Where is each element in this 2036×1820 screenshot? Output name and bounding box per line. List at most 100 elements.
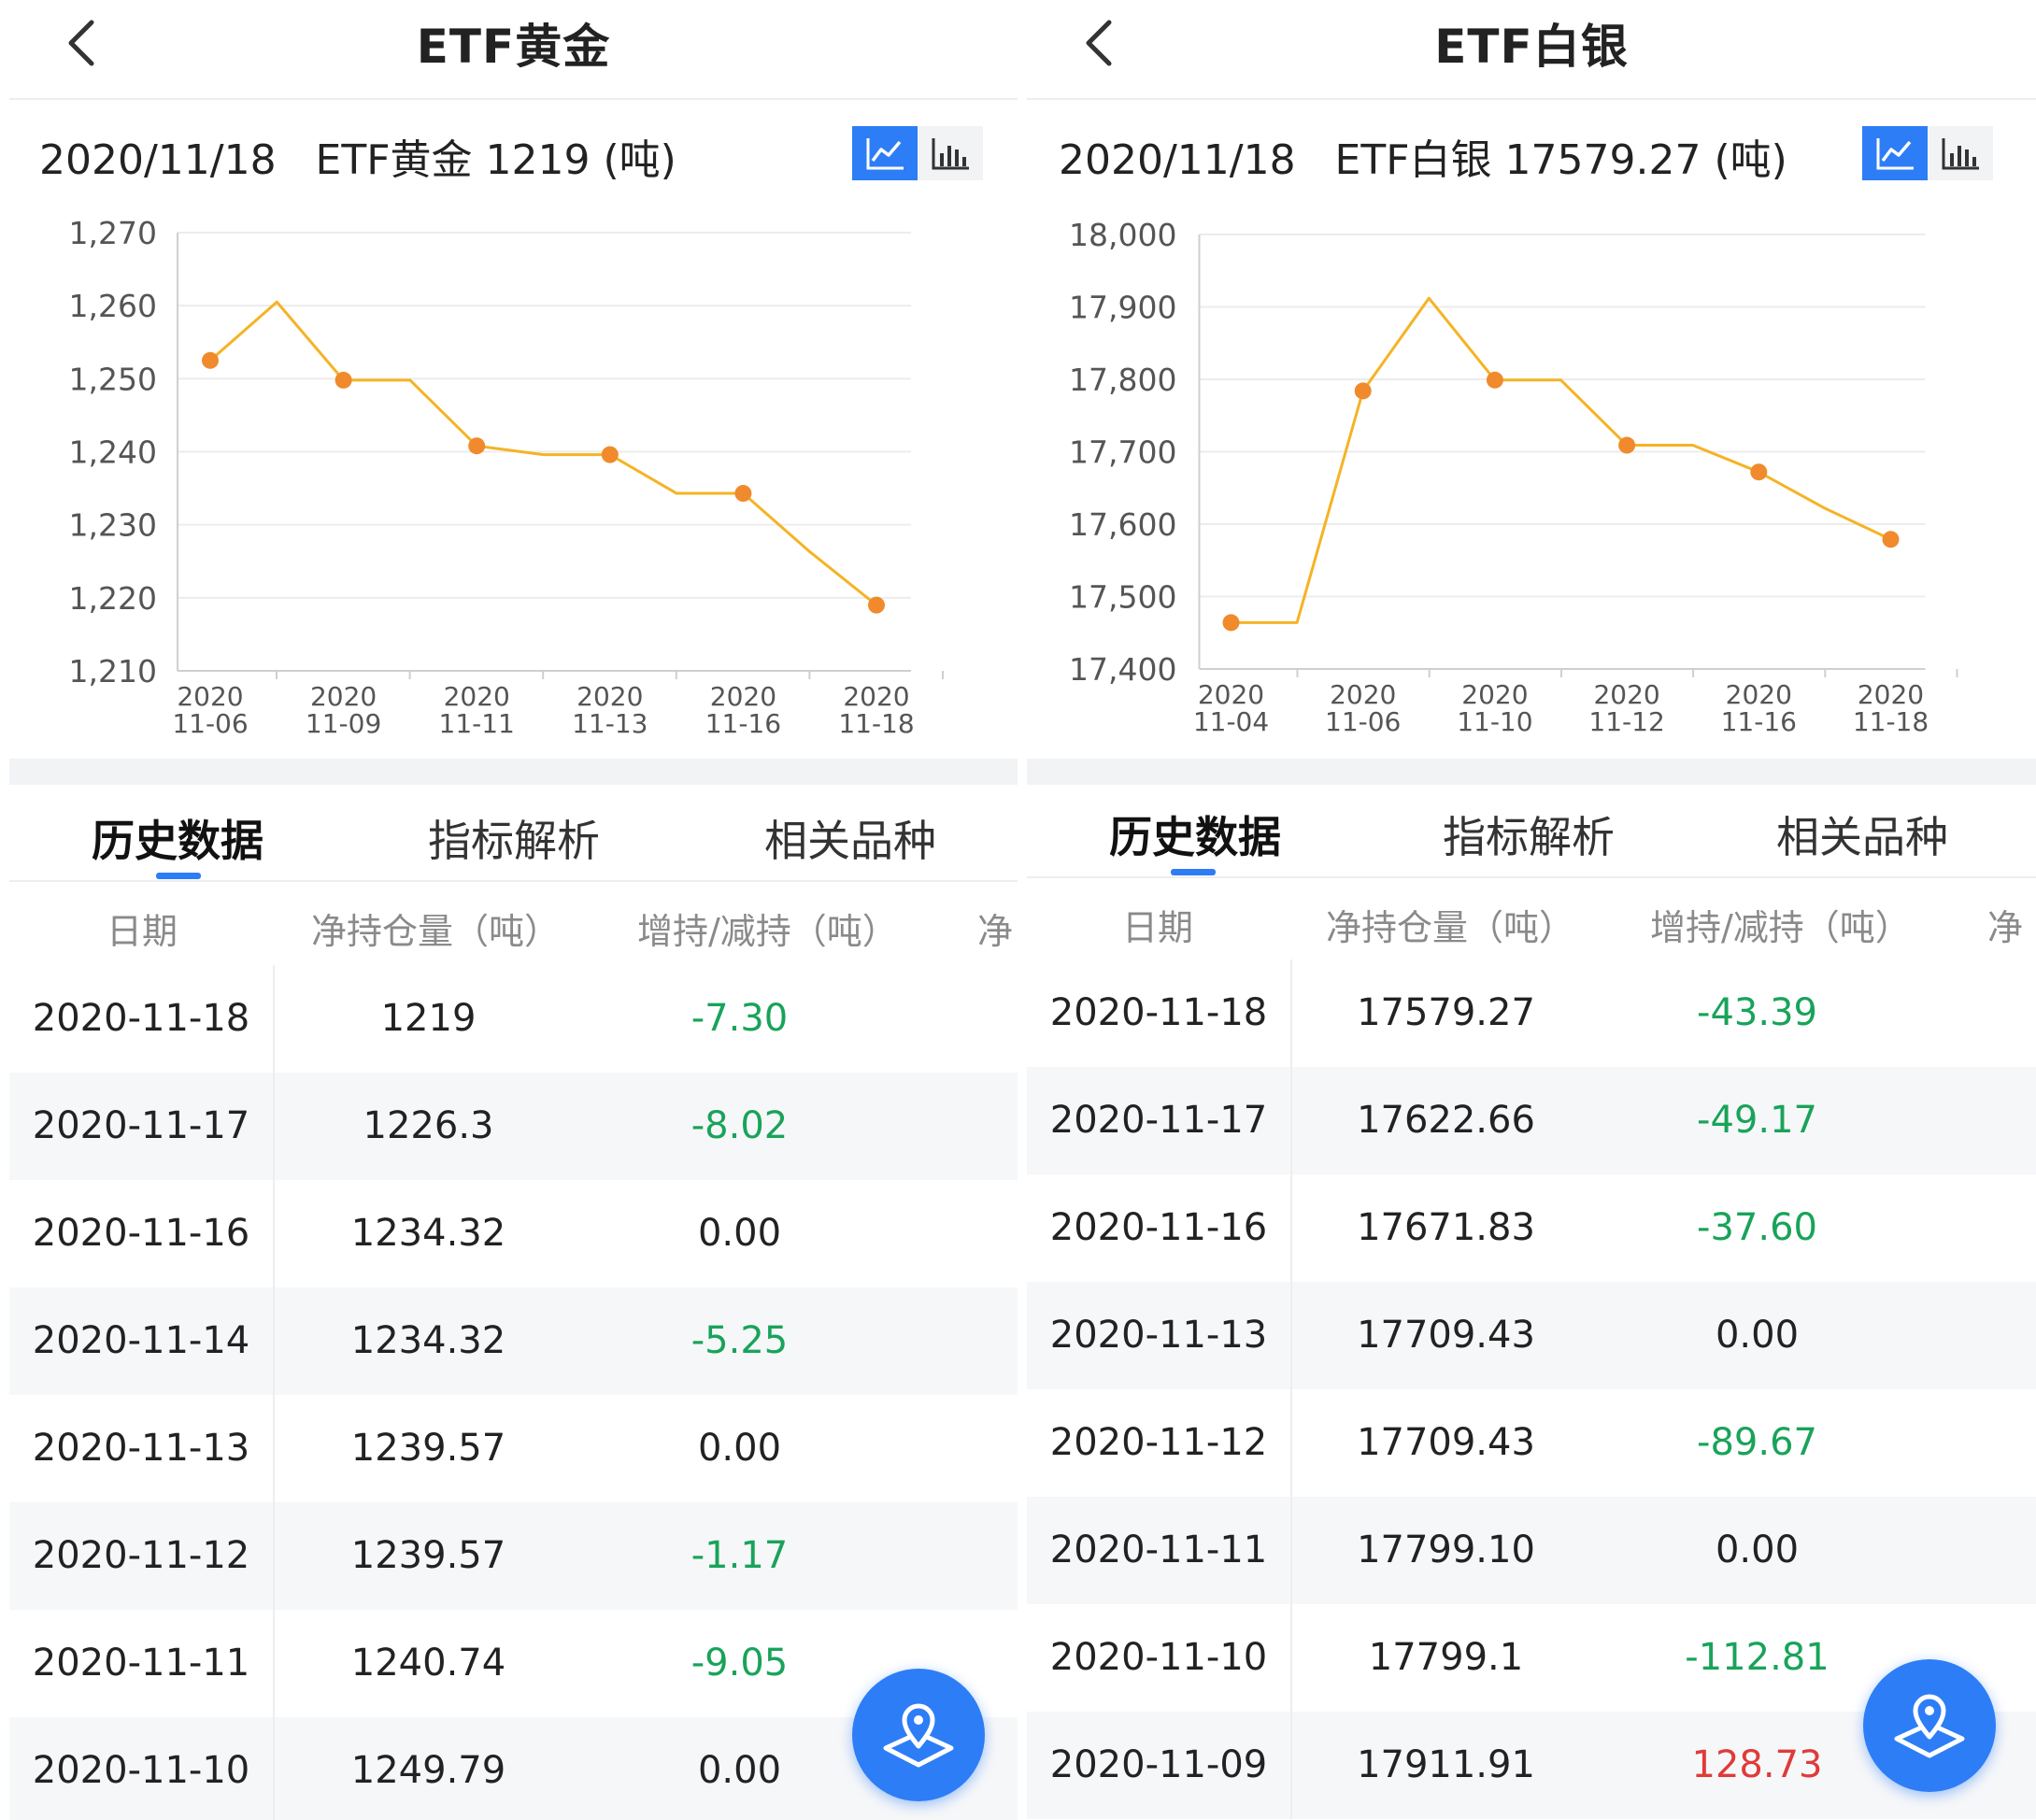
table-row[interactable]: 2020-11-12 17709.43 -89.67 [1027,1389,2036,1497]
page-title: ETF白银 [1434,20,1629,74]
table-row[interactable]: 2020-11-12 1239.57 -1.17 [9,1502,1018,1610]
x-tick-label-date: 11-18 [838,708,914,739]
table-row[interactable]: 2020-11-13 17709.43 0.00 [1027,1282,2036,1389]
row-net-holding: 1239.57 [350,1534,506,1577]
row-change: -8.02 [691,1104,789,1147]
x-tick-label-date: 11-06 [172,708,248,739]
row-net-holding: 17799.1 [1368,1636,1524,1679]
data-point[interactable] [1750,463,1768,481]
bar-chart-toggle[interactable] [918,126,983,180]
row-change: -37.60 [1697,1206,1817,1249]
row-date: 2020-11-11 [1049,1529,1268,1571]
silver-holdings-line-chart: 17,400 17,500 17,600 17,700 17,800 17,900 18,0… [1069,217,1958,737]
y-tick-label: 18,000 [1069,217,1176,253]
row-date: 2020-11-10 [1049,1636,1268,1679]
y-tick-label: 1,220 [69,580,157,617]
y-tick-label: 17,500 [1069,579,1176,616]
tab-history[interactable]: 历史数据 [92,807,263,869]
data-point[interactable] [335,371,352,389]
tab-related[interactable]: 相关品种 [1776,803,1948,865]
row-date: 2020-11-10 [32,1749,250,1792]
row-change: 0.00 [697,1749,782,1792]
row-net-holding: 17911.91 [1357,1743,1535,1786]
x-tick-label-date: 11-18 [1853,706,1929,737]
series-line [1231,296,1892,624]
section-separator [9,759,1018,785]
y-tick-label: 17,900 [1069,290,1176,326]
row-net-holding: 1234.32 [350,1212,506,1255]
tab-indicator-analysis[interactable]: 指标解析 [428,807,600,869]
tab-related[interactable]: 相关品种 [764,807,936,869]
line-chart-toggle[interactable] [852,126,918,180]
data-point[interactable] [1486,371,1503,389]
line-chart-icon [866,138,904,170]
row-net-holding: 17622.66 [1357,1099,1535,1142]
section-separator [1027,759,2036,785]
column-header-change: 增持/减持（吨） [637,911,898,952]
table-row[interactable]: 2020-11-11 17799.10 0.00 [1027,1497,2036,1604]
table-row[interactable]: 2020-11-17 17622.66 -49.17 [1027,1067,2036,1174]
row-net-holding: 17709.43 [1357,1314,1535,1357]
active-tab-indicator [156,873,201,879]
data-point[interactable] [868,596,885,614]
line-chart-icon [1876,138,1914,170]
data-point[interactable] [1618,436,1636,454]
data-point[interactable] [601,446,619,463]
row-date: 2020-11-13 [32,1427,250,1470]
map-fab-button[interactable] [1863,1659,1996,1792]
y-tick-label: 1,250 [69,361,157,397]
gold-holdings-line-chart: 1,2101,2201,2301,2401,2501,2601,27020201… [69,215,944,739]
row-change: -49.17 [1697,1099,1817,1142]
map-fab-button[interactable] [852,1669,985,1801]
summary-line: 2020/11/18 ETF白银 17579.27 (吨) [1059,136,1787,184]
row-change: -89.67 [1697,1421,1817,1464]
row-change: -9.05 [691,1642,789,1685]
y-tick-label: 17,600 [1069,506,1176,543]
row-net-holding: 17671.83 [1357,1206,1535,1249]
row-date: 2020-11-12 [32,1534,250,1577]
row-date: 2020-11-12 [1049,1421,1268,1464]
row-net-holding: 1234.32 [350,1319,506,1362]
row-net-holding: 17799.10 [1357,1529,1535,1571]
table-row[interactable]: 2020-11-16 1234.32 0.00 [9,1180,1018,1287]
row-date: 2020-11-17 [32,1104,250,1147]
tab-history[interactable]: 历史数据 [1109,803,1281,865]
table-row[interactable]: 2020-11-16 17671.83 -37.60 [1027,1174,2036,1282]
column-header-change: 增持/减持（吨） [1650,907,1911,948]
row-date: 2020-11-18 [32,997,250,1040]
x-tick-label-date: 11-11 [439,708,515,739]
row-date: 2020-11-13 [1049,1314,1268,1357]
data-point[interactable] [734,485,752,503]
tab-bar: 历史数据 指标解析 相关品种 [9,787,1018,882]
etf-gold-panel: ETF黄金 2020/11/18 ETF黄金 1219 (吨) 1,210 1,2… [0,0,1018,1820]
tab-indicator-analysis[interactable]: 指标解析 [1443,803,1615,865]
row-change: -7.30 [691,997,789,1040]
data-point[interactable] [468,437,486,455]
summary-line: 2020/11/18 ETF黄金 1219 (吨) [39,136,676,184]
table-row[interactable]: 2020-11-13 1239.57 0.00 [9,1395,1018,1502]
x-tick-label-date: 11-04 [1193,706,1269,737]
data-point[interactable] [1222,614,1240,632]
tab-bar: 历史数据 指标解析 相关品种 [1027,783,2036,878]
table-row[interactable]: 2020-11-18 1219 -7.30 [9,965,1018,1073]
row-date: 2020-11-09 [1049,1743,1268,1786]
column-header-date: 日期 [1122,907,1194,948]
table-row[interactable]: 2020-11-14 1234.32 -5.25 [9,1287,1018,1395]
bar-chart-toggle[interactable] [1928,126,1993,180]
row-net-holding: 1249.79 [350,1749,506,1792]
data-point[interactable] [202,351,219,369]
x-tick-label-date: 11-06 [1325,706,1401,737]
row-change: -1.17 [691,1534,789,1577]
row-change: 0.00 [697,1212,782,1255]
row-net-holding: 1240.74 [350,1642,506,1685]
series-line [209,300,877,606]
table-row[interactable]: 2020-11-17 1226.3 -8.02 [9,1073,1018,1180]
x-tick-label-date: 11-10 [1457,706,1532,737]
data-point[interactable] [1354,382,1372,400]
row-date: 2020-11-16 [32,1212,250,1255]
row-date: 2020-11-14 [32,1319,250,1362]
row-change: -112.81 [1685,1636,1830,1679]
table-row[interactable]: 2020-11-18 17579.27 -43.39 [1027,960,2036,1067]
line-chart-toggle[interactable] [1862,126,1928,180]
data-point[interactable] [1882,531,1900,548]
